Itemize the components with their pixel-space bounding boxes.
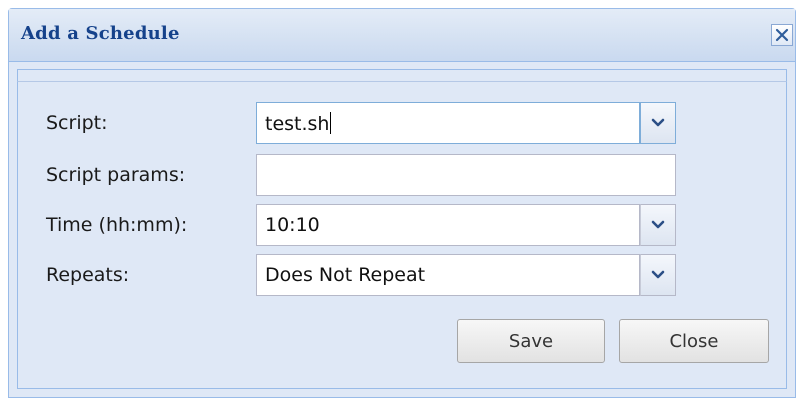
repeats-combo-input[interactable]: Does Not Repeat xyxy=(256,254,640,296)
dialog-titlebar[interactable]: Add a Schedule xyxy=(9,9,795,62)
time-combo-input[interactable]: 10:10 xyxy=(256,204,640,246)
script-row: Script: test.sh xyxy=(18,102,786,144)
time-dropdown-trigger[interactable] xyxy=(640,204,676,246)
script-combo-input[interactable]: test.sh xyxy=(256,102,640,144)
script-label: Script: xyxy=(46,112,108,134)
repeats-row: Repeats: Does Not Repeat xyxy=(18,254,786,296)
repeats-label: Repeats: xyxy=(46,264,130,286)
dialog-title: Add a Schedule xyxy=(21,23,180,44)
time-label: Time (hh:mm): xyxy=(46,214,188,236)
save-button[interactable]: Save xyxy=(457,319,605,363)
close-button[interactable]: Close xyxy=(619,319,769,363)
close-icon xyxy=(775,28,789,42)
script-dropdown-trigger[interactable] xyxy=(640,102,676,144)
script-value: test.sh xyxy=(265,113,330,135)
script-params-row: Script params: xyxy=(18,154,786,196)
chevron-down-icon xyxy=(651,118,665,127)
dialog-close-button[interactable] xyxy=(771,24,793,46)
script-params-input[interactable] xyxy=(256,154,676,196)
time-row: Time (hh:mm): 10:10 xyxy=(18,204,786,246)
add-schedule-dialog: Add a Schedule Script: test.sh Script pa… xyxy=(8,8,796,398)
chevron-down-icon xyxy=(651,270,665,279)
repeats-dropdown-trigger[interactable] xyxy=(640,254,676,296)
chevron-down-icon xyxy=(651,220,665,229)
script-params-label: Script params: xyxy=(46,164,186,186)
text-cursor xyxy=(330,112,332,134)
